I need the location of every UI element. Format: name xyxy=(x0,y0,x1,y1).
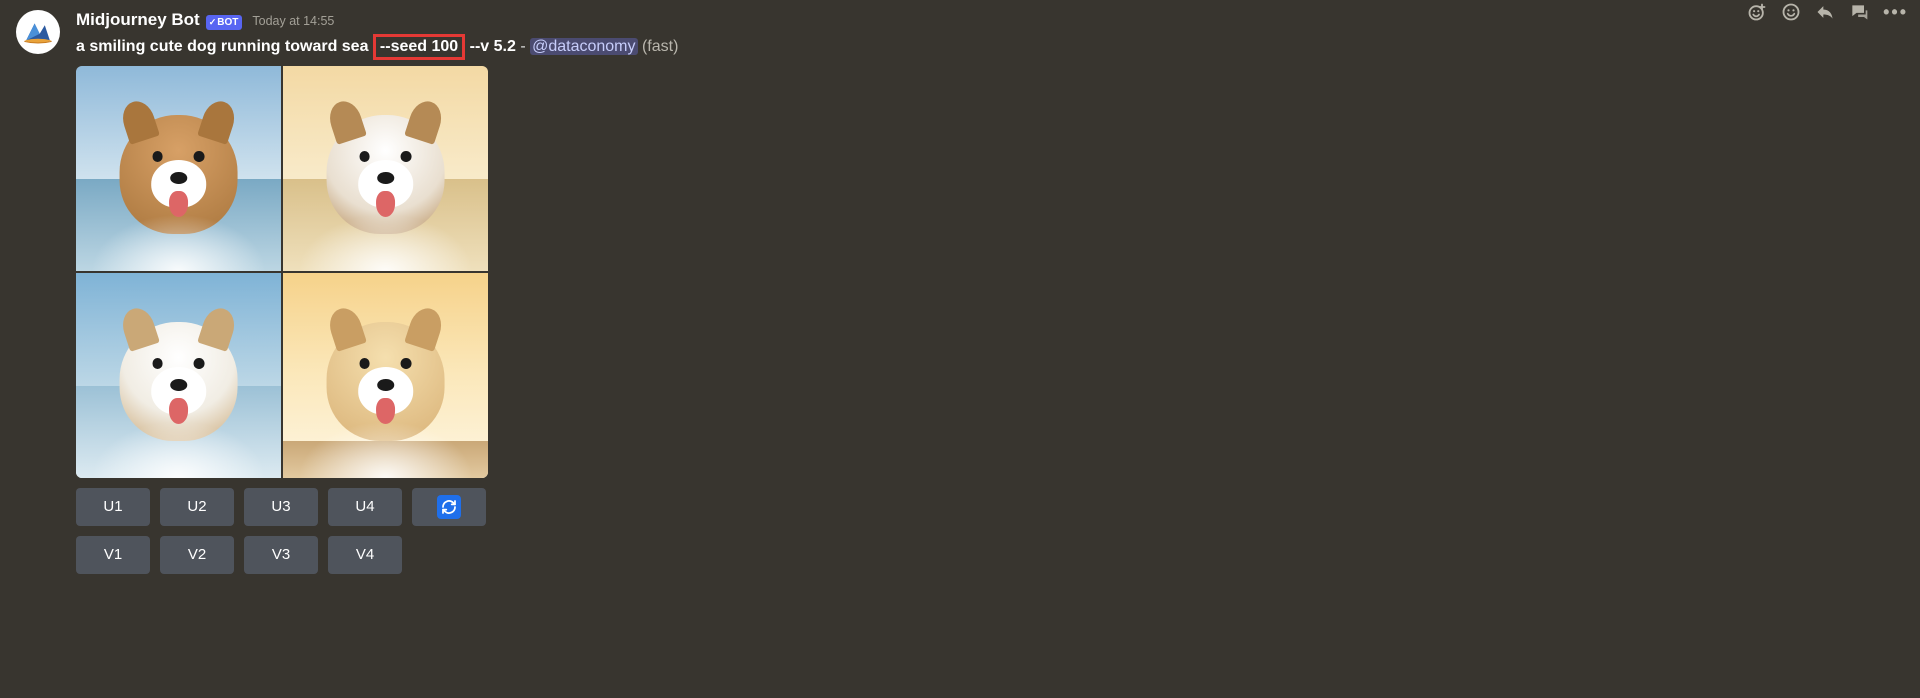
u2-button[interactable]: U2 xyxy=(160,488,234,526)
bot-tag-label: BOT xyxy=(217,16,238,29)
message-hover-toolbar: ••• xyxy=(1741,0,1914,24)
add-reaction-icon[interactable] xyxy=(1747,2,1767,22)
message-text: a smiling cute dog running toward sea --… xyxy=(76,34,1904,60)
verified-check-icon: ✓ xyxy=(209,16,217,29)
more-icon[interactable]: ••• xyxy=(1883,2,1908,23)
message-header: Midjourney Bot ✓ BOT Today at 14:55 xyxy=(76,8,1904,32)
prompt-suffix: --v 5.2 xyxy=(465,38,516,55)
v2-button[interactable]: V2 xyxy=(160,536,234,574)
prompt-prefix: a smiling cute dog running toward sea xyxy=(76,38,373,55)
author-name[interactable]: Midjourney Bot xyxy=(76,8,200,32)
reroll-icon xyxy=(437,495,461,519)
prompt-seed-highlight: --seed 100 xyxy=(373,34,465,60)
user-mention[interactable]: @dataconomy xyxy=(530,38,637,55)
message-timestamp: Today at 14:55 xyxy=(252,13,334,31)
variation-row: V1 V2 V3 V4 xyxy=(76,536,1904,574)
create-thread-icon[interactable] xyxy=(1849,2,1869,22)
image-1[interactable] xyxy=(76,66,281,271)
v3-button[interactable]: V3 xyxy=(244,536,318,574)
u1-button[interactable]: U1 xyxy=(76,488,150,526)
u4-button[interactable]: U4 xyxy=(328,488,402,526)
upscale-row: U1 U2 U3 U4 xyxy=(76,488,1904,526)
message: Midjourney Bot ✓ BOT Today at 14:55 a sm… xyxy=(0,0,1920,574)
image-3[interactable] xyxy=(76,273,281,478)
v1-button[interactable]: V1 xyxy=(76,536,150,574)
bot-tag: ✓ BOT xyxy=(206,15,243,30)
image-grid[interactable] xyxy=(76,66,488,478)
super-reaction-icon[interactable] xyxy=(1781,2,1801,22)
prompt-dash: - xyxy=(516,38,530,55)
v4-button[interactable]: V4 xyxy=(328,536,402,574)
image-2[interactable] xyxy=(283,66,488,271)
author-avatar[interactable] xyxy=(16,10,60,54)
image-4[interactable] xyxy=(283,273,488,478)
reply-icon[interactable] xyxy=(1815,2,1835,22)
prompt-mode: (fast) xyxy=(638,38,679,55)
reroll-button[interactable] xyxy=(412,488,486,526)
u3-button[interactable]: U3 xyxy=(244,488,318,526)
